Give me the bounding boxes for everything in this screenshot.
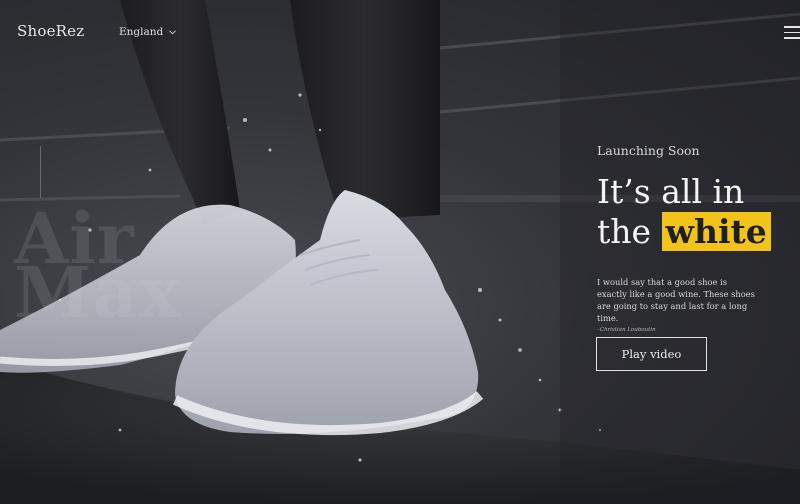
hero-stage: ShoeRez England Air Max Launching Soon I…: [0, 0, 800, 504]
brand-logo[interactable]: ShoeRez: [17, 22, 84, 40]
launch-eyebrow: Launching Soon: [597, 143, 700, 158]
region-selector[interactable]: England: [119, 26, 177, 38]
quote-citation: –Christian Louboutin: [597, 327, 656, 333]
headline-prefix: the: [597, 212, 652, 251]
headline-highlight: white: [661, 212, 771, 251]
background-word-max: Max: [14, 251, 182, 334]
hamburger-menu-icon[interactable]: [784, 26, 800, 39]
hero-description: I would say that a good shoe is exactly …: [597, 277, 755, 323]
chevron-down-icon: [169, 29, 177, 34]
region-label: England: [119, 26, 164, 38]
hero-content: Launching Soon It’s all in the white I w…: [597, 143, 797, 333]
headline-line-1: It’s all in: [597, 172, 745, 211]
hero-headline: It’s all in the white: [597, 172, 797, 252]
play-video-button[interactable]: Play video: [596, 337, 707, 371]
top-navigation: ShoeRez England: [0, 0, 800, 64]
decorative-divider: [40, 146, 41, 198]
